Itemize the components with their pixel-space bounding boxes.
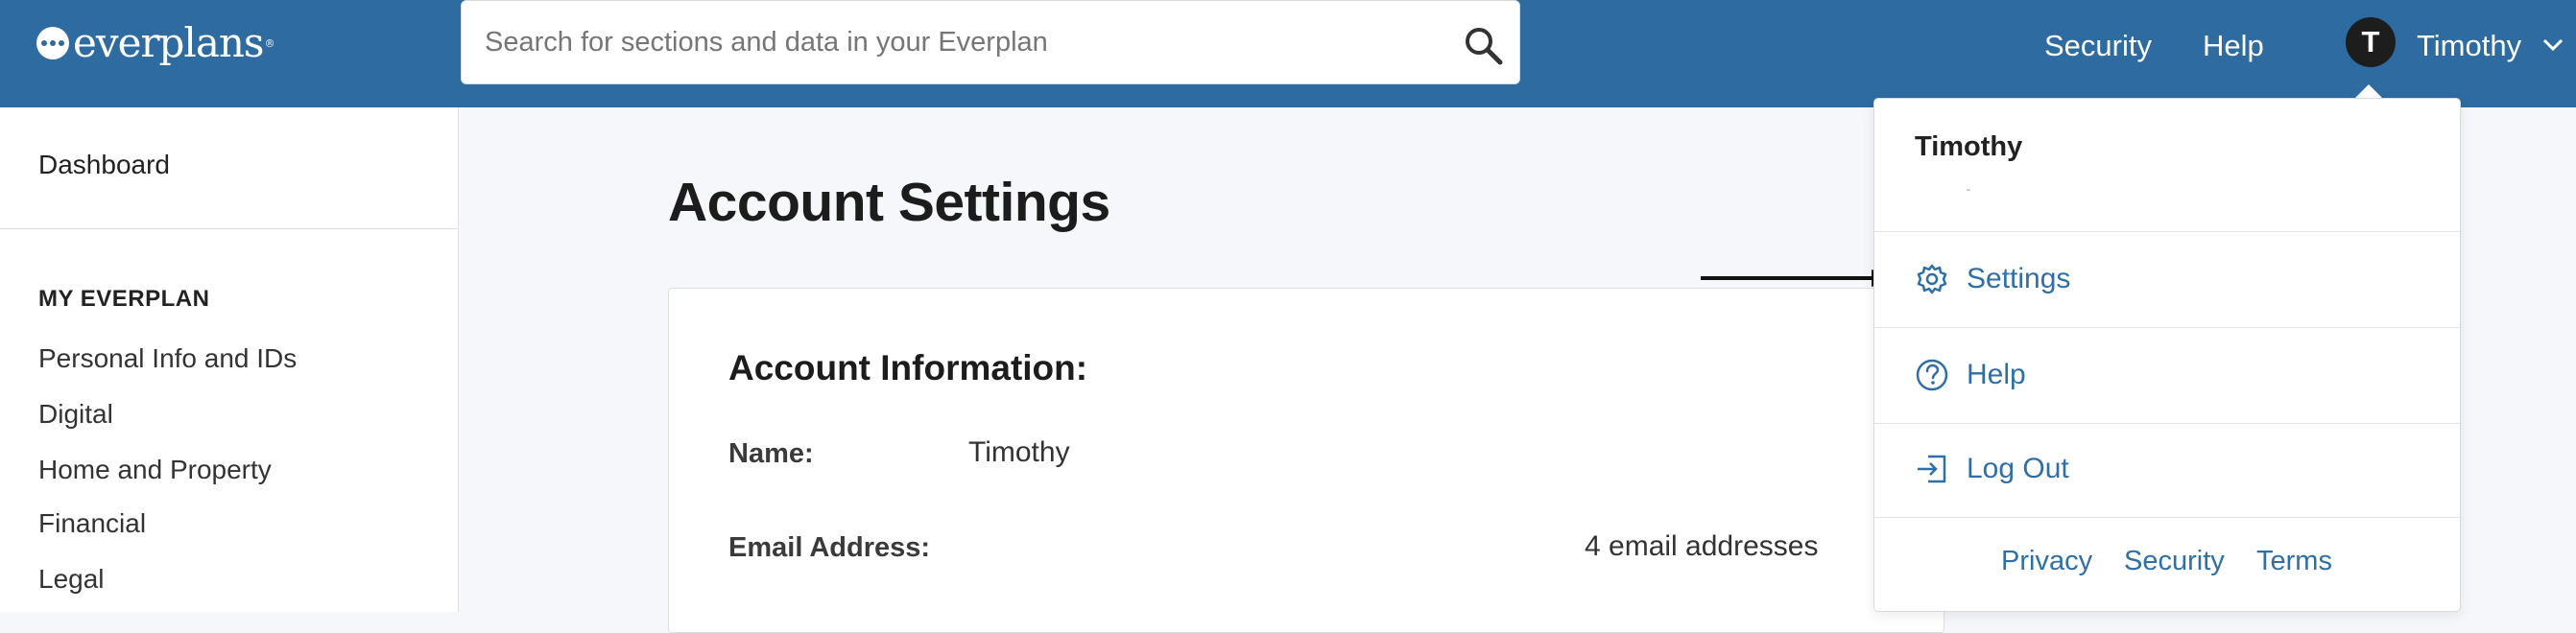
chevron-down-icon[interactable] (2541, 36, 2564, 54)
logout-icon (1918, 455, 1946, 483)
dropdown-divider (1874, 231, 2460, 232)
question-circle-icon (1916, 359, 1948, 391)
dropdown-settings-item[interactable]: Settings (1915, 260, 2070, 298)
dropdown-divider (1874, 423, 2460, 424)
gear-icon (1917, 264, 1947, 294)
dropdown-divider (1874, 327, 2460, 328)
nav-security-link[interactable]: Security (2044, 27, 2152, 65)
email-count: 4 email addresses (1585, 530, 1819, 562)
user-dropdown-menu: Timothy Settings Help Log Out Privacy Se… (1873, 98, 2461, 612)
sidebar-item-dashboard[interactable]: Dashboard (38, 150, 170, 180)
account-information-card: Account Information: Name: Timothy Email… (668, 288, 1944, 633)
sidebar-section-title: MY EVERPLAN (38, 286, 210, 312)
page-title: Account Settings (668, 172, 1110, 233)
logo-text: everplans (73, 19, 264, 66)
help-label: Help (1967, 359, 2026, 390)
logo-registered-mark: ® (264, 36, 274, 50)
search-icon[interactable] (1462, 24, 1504, 66)
card-title: Account Information: (728, 348, 1088, 387)
dropdown-help-item[interactable]: Help (1915, 356, 2026, 394)
user-menu-name[interactable]: Timothy (2417, 27, 2521, 65)
dropdown-user-email-placeholder (1967, 189, 1970, 191)
dropdown-divider (1874, 517, 2460, 518)
dropdown-user-name: Timothy (1915, 131, 2023, 162)
sidebar-divider (0, 228, 458, 229)
sidebar-item-legal[interactable]: Legal (38, 564, 105, 595)
sidebar-item-financial[interactable]: Financial (38, 508, 146, 539)
search-box (461, 0, 1520, 84)
search-input[interactable] (483, 20, 1443, 64)
avatar[interactable]: T (2346, 17, 2396, 67)
top-navigation-bar: everplans® Security Help T Timothy (0, 0, 2576, 107)
sidebar-item-digital[interactable]: Digital (38, 399, 113, 430)
sidebar-item-personal-info[interactable]: Personal Info and IDs (38, 343, 297, 374)
name-value: Timothy (968, 436, 1070, 468)
nav-help-link[interactable]: Help (2203, 27, 2264, 65)
email-label: Email Address: (728, 532, 931, 563)
everplans-logo[interactable]: everplans ® (36, 19, 274, 67)
dropdown-logout-item[interactable]: Log Out (1915, 450, 2069, 488)
name-label: Name: (728, 438, 814, 469)
sidebar-item-home-and-property[interactable]: Home and Property (38, 455, 272, 485)
footer-terms-link[interactable]: Terms (2256, 546, 2332, 577)
arrow-right-icon (1701, 270, 1898, 287)
settings-label: Settings (1967, 263, 2071, 294)
logout-label: Log Out (1967, 453, 2069, 484)
logo-mark-icon (36, 27, 69, 59)
footer-security-link[interactable]: Security (2124, 546, 2225, 577)
footer-privacy-link[interactable]: Privacy (2001, 546, 2092, 577)
sidebar: Dashboard MY EVERPLAN Personal Info and … (0, 107, 459, 612)
